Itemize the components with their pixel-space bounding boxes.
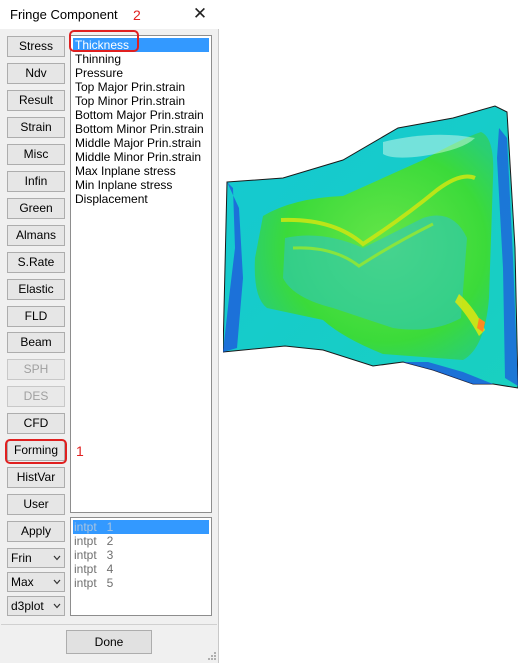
apply-button[interactable]: Apply xyxy=(7,521,65,543)
sph-button[interactable]: SPH xyxy=(7,359,65,381)
title-bar: Fringe Component ✕ xyxy=(0,0,219,29)
thickness-highlight-box xyxy=(69,30,139,52)
fringe-plot-viewport[interactable] xyxy=(223,98,518,390)
list-item-displacement[interactable]: Displacement xyxy=(71,192,211,206)
thickness-step-label: 2 xyxy=(133,7,141,23)
list-item-middle-major-prin-strain[interactable]: Middle Major Prin.strain xyxy=(71,136,211,150)
intpt-item[interactable]: intpt 2 xyxy=(71,534,211,548)
cfd-button[interactable]: CFD xyxy=(7,413,65,435)
fld-button[interactable]: FLD xyxy=(7,305,65,327)
component-list[interactable]: Thickness Thinning Pressure Top Major Prin.… xyxy=(70,35,212,513)
intpt-list[interactable]: intpt 1 intpt 2 intpt 3 intpt 4 intpt 5 xyxy=(70,517,212,616)
infin-button[interactable]: Infin xyxy=(7,170,65,192)
chevron-down-icon xyxy=(53,579,61,585)
list-item-middle-minor-prin-strain[interactable]: Middle Minor Prin.strain xyxy=(71,150,211,164)
beam-button[interactable]: Beam xyxy=(7,332,65,354)
list-item-max-inplane-stress[interactable]: Max Inplane stress xyxy=(71,164,211,178)
list-item-thinning[interactable]: Thinning xyxy=(71,52,211,66)
max-dropdown[interactable]: Max xyxy=(7,572,65,592)
user-button[interactable]: User xyxy=(7,494,65,516)
fringe-component-dialog: Fringe Component ✕ Stress Ndv Result Strain… xyxy=(0,0,219,663)
ndv-button[interactable]: Ndv xyxy=(7,62,65,84)
close-icon[interactable]: ✕ xyxy=(190,4,210,24)
d3plot-dropdown[interactable]: d3plot xyxy=(7,596,65,616)
frin-dropdown[interactable]: Frin xyxy=(7,548,65,568)
chevron-down-icon xyxy=(53,555,61,561)
intpt-item[interactable]: intpt 4 xyxy=(71,562,211,576)
intpt-item[interactable]: intpt 3 xyxy=(71,548,211,562)
list-item-bottom-major-prin-strain[interactable]: Bottom Major Prin.strain xyxy=(71,108,211,122)
list-item-min-inplane-stress[interactable]: Min Inplane stress xyxy=(71,178,211,192)
intpt-item[interactable]: intpt 1 xyxy=(73,520,209,534)
list-item-top-minor-prin-strain[interactable]: Top Minor Prin.strain xyxy=(71,94,211,108)
elastic-button[interactable]: Elastic xyxy=(7,278,65,300)
list-item-bottom-minor-prin-strain[interactable]: Bottom Minor Prin.strain xyxy=(71,122,211,136)
list-item-pressure[interactable]: Pressure xyxy=(71,66,211,80)
intpt-item[interactable]: intpt 5 xyxy=(71,576,211,590)
window-title: Fringe Component xyxy=(10,7,118,22)
forming-highlight-box xyxy=(5,439,67,464)
dropdown-value: Max xyxy=(11,575,34,589)
almans-button[interactable]: Almans xyxy=(7,224,65,246)
s-rate-button[interactable]: S.Rate xyxy=(7,251,65,273)
done-button[interactable]: Done xyxy=(66,630,152,654)
dropdown-value: d3plot xyxy=(11,599,44,613)
des-button[interactable]: DES xyxy=(7,386,65,408)
list-item-top-major-prin-strain[interactable]: Top Major Prin.strain xyxy=(71,80,211,94)
green-button[interactable]: Green xyxy=(7,197,65,219)
chevron-down-icon xyxy=(53,603,61,609)
histvar-button[interactable]: HistVar xyxy=(7,467,65,489)
forming-step-label: 1 xyxy=(76,443,84,459)
result-button[interactable]: Result xyxy=(7,89,65,111)
dropdown-value: Frin xyxy=(11,551,32,565)
misc-button[interactable]: Misc xyxy=(7,143,65,165)
resize-grip-icon[interactable] xyxy=(207,651,217,661)
strain-button[interactable]: Strain xyxy=(7,116,65,138)
stress-button[interactable]: Stress xyxy=(7,36,65,57)
